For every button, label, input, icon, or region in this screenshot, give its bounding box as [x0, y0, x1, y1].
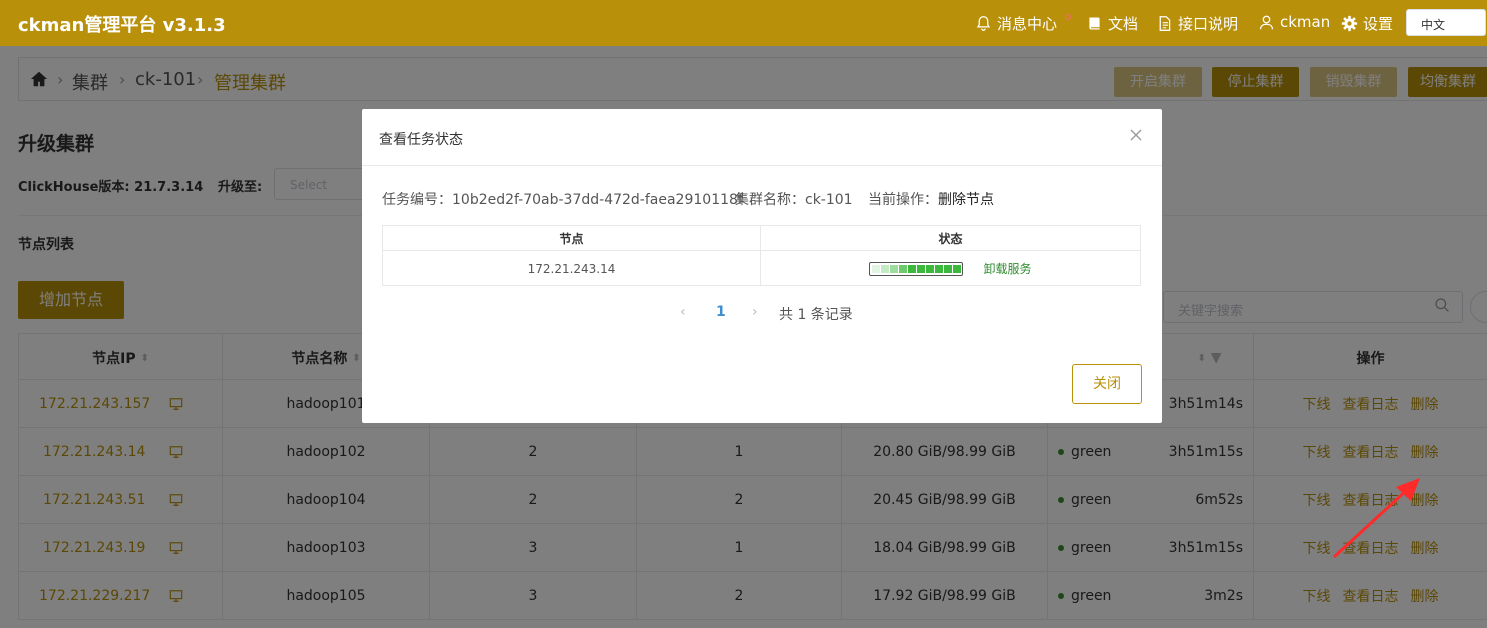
- notification-dot: [1065, 14, 1071, 20]
- cluster-name: 集群名称：ck-101: [735, 192, 853, 208]
- nav-docs-label: 文档: [1108, 15, 1139, 33]
- next-page-button[interactable]: ›: [752, 304, 758, 320]
- nav-settings-label: 设置: [1363, 15, 1394, 33]
- nav-api-label: 接口说明: [1178, 15, 1239, 33]
- close-button[interactable]: 关闭: [1072, 364, 1142, 404]
- task-node-cell: 172.21.243.14: [383, 251, 761, 286]
- dialog-divider: [362, 165, 1162, 166]
- page-number[interactable]: 1: [716, 304, 726, 320]
- nav-settings[interactable]: 设置: [1341, 13, 1393, 34]
- nav-api[interactable]: 接口说明: [1156, 13, 1238, 34]
- task-status-dialog: 查看任务状态 任务编号：10b2ed2f-70ab-37dd-472d-faea…: [362, 109, 1162, 423]
- nav-messages[interactable]: 消息中心: [975, 13, 1057, 34]
- task-status-cell: 卸载服务: [761, 251, 1140, 286]
- document-icon: [1159, 16, 1171, 31]
- current-operation: 当前操作：删除节点: [868, 189, 994, 209]
- current-operation-value: 删除节点: [938, 192, 994, 208]
- total-records: 共 1 条记录: [779, 307, 853, 323]
- current-operation-label: 当前操作：: [868, 192, 938, 208]
- progress-bar: [869, 261, 964, 276]
- book-icon: [1089, 17, 1100, 30]
- task-node-table: 节点 状态 172.21.243.14 卸载服务: [382, 225, 1141, 286]
- task-id: 任务编号：10b2ed2f-70ab-37dd-472d-faea2910118…: [382, 192, 743, 208]
- close-icon[interactable]: [1128, 127, 1144, 143]
- nav-messages-label: 消息中心: [997, 15, 1058, 33]
- nav-user-label: ckman: [1280, 13, 1331, 31]
- bell-icon: [976, 16, 991, 31]
- gear-icon: [1341, 15, 1358, 32]
- app-brand[interactable]: ckman管理平台 v3.1.3: [18, 11, 226, 37]
- column-header-node: 节点: [383, 226, 761, 251]
- prev-page-button[interactable]: ‹: [680, 304, 686, 320]
- column-header-status: 状态: [761, 226, 1140, 251]
- nav-user[interactable]: ckman: [1258, 13, 1330, 31]
- language-select[interactable]: 中文: [1406, 9, 1486, 36]
- dialog-title: 查看任务状态: [379, 132, 463, 148]
- user-icon: [1259, 15, 1274, 29]
- nav-docs[interactable]: 文档: [1086, 13, 1138, 34]
- task-status-text: 卸载服务: [983, 262, 1032, 276]
- annotation-arrow-icon: [1332, 478, 1420, 559]
- top-header: ckman管理平台 v3.1.3 消息中心 文档 接口说明 ckman 设置 中…: [0, 0, 1487, 46]
